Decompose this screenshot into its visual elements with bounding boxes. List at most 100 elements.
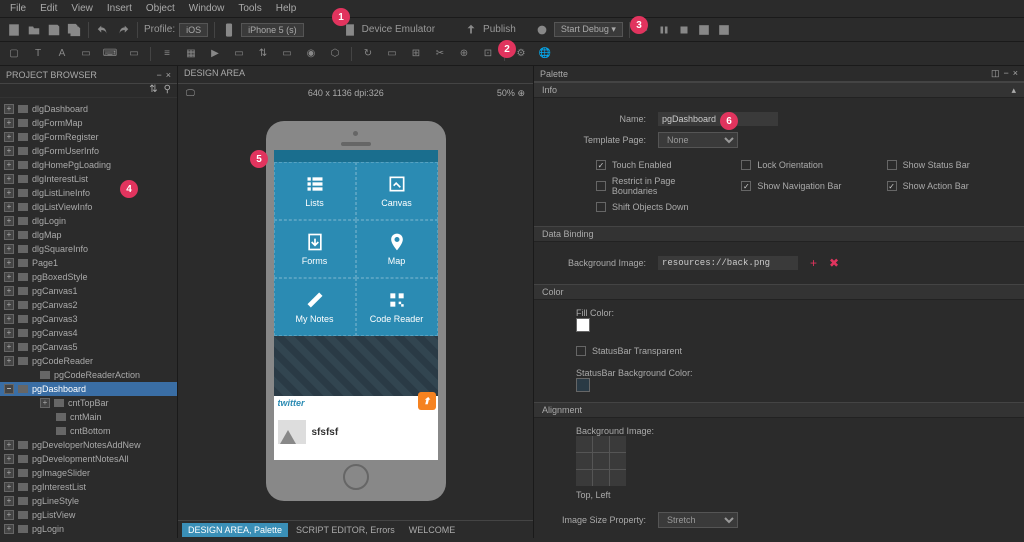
expander-icon[interactable]: +	[4, 244, 14, 254]
expander-icon[interactable]: +	[4, 342, 14, 352]
video-icon[interactable]: ▶	[207, 46, 223, 62]
expander-icon[interactable]: +	[4, 258, 14, 268]
saveall-icon[interactable]	[66, 22, 82, 38]
step-out-icon[interactable]	[676, 22, 692, 38]
expander-icon[interactable]: +	[4, 286, 14, 296]
step-in-icon[interactable]	[656, 22, 672, 38]
touch-checkbox[interactable]: ✓	[596, 160, 606, 170]
tree-item-pgDeveloperNotesAddNew[interactable]: +pgDeveloperNotesAddNew	[0, 438, 177, 452]
tree-item-pgDashboard[interactable]: −pgDashboard	[0, 382, 177, 396]
debug-dropdown[interactable]: Start Debug ▾	[554, 22, 623, 37]
redo-icon[interactable]	[115, 22, 131, 38]
dash-reader[interactable]: Code Reader	[356, 278, 438, 336]
input-icon[interactable]: ⌨	[102, 46, 118, 62]
expander-icon[interactable]: −	[4, 384, 14, 394]
button-icon[interactable]: ▭	[126, 46, 142, 62]
emulator-button[interactable]: Device Emulator	[362, 24, 435, 35]
menu-window[interactable]: Window	[183, 1, 231, 16]
text-icon[interactable]: T	[30, 46, 46, 62]
remove-bg-icon[interactable]: ✖	[829, 256, 839, 270]
tree-item-cntTopBar[interactable]: +cntTopBar	[0, 396, 177, 410]
undo-icon[interactable]	[95, 22, 111, 38]
color-section[interactable]: Color	[534, 284, 1024, 300]
device-screen[interactable]: Lists Canvas Forms Map My Notes Code Rea…	[274, 150, 438, 460]
dash-lists[interactable]: Lists	[274, 162, 356, 220]
alignment-section[interactable]: Alignment	[534, 402, 1024, 418]
expander-icon[interactable]: +	[4, 174, 14, 184]
image-icon[interactable]: ▭	[78, 46, 94, 62]
tree-item-pgLineStyle[interactable]: +pgLineStyle	[0, 494, 177, 508]
tree-item-pgBoxedStyle[interactable]: +pgBoxedStyle	[0, 270, 177, 284]
profile-dropdown[interactable]: iOS	[179, 23, 208, 37]
tree-item-dlgHomePgLoading[interactable]: +dlgHomePgLoading	[0, 158, 177, 172]
new-icon[interactable]	[6, 22, 22, 38]
monitor-icon[interactable]: 🖵	[186, 88, 195, 99]
dash-notes[interactable]: My Notes	[274, 278, 356, 336]
statusbar-checkbox[interactable]	[887, 160, 897, 170]
zoom-icon[interactable]: ⊕	[456, 46, 472, 62]
distribute-icon[interactable]: ⊞	[408, 46, 424, 62]
tree-item-pgLogin[interactable]: +pgLogin	[0, 522, 177, 536]
tab-icon[interactable]: ▭	[279, 46, 295, 62]
globe-icon[interactable]: 🌐	[537, 46, 553, 62]
restrict-checkbox[interactable]	[596, 181, 606, 191]
dash-map[interactable]: Map	[356, 220, 438, 278]
expander-icon[interactable]: +	[4, 104, 14, 114]
scroll-up-button[interactable]: ⬆	[418, 392, 436, 410]
expander-icon[interactable]: +	[4, 132, 14, 142]
tree-item-pgCanvas3[interactable]: +pgCanvas3	[0, 312, 177, 326]
debug-tool2-icon[interactable]	[716, 22, 732, 38]
menu-tools[interactable]: Tools	[232, 1, 267, 16]
expander-icon[interactable]: +	[4, 202, 14, 212]
tree-item-dlgDashboard[interactable]: +dlgDashboard	[0, 102, 177, 116]
design-canvas[interactable]: Lists Canvas Forms Map My Notes Code Rea…	[178, 102, 533, 520]
sort-icon[interactable]: ⇅	[149, 84, 157, 97]
tree-item-pgDevelopmentNotesAll[interactable]: +pgDevelopmentNotesAll	[0, 452, 177, 466]
cursor-icon[interactable]: ▢	[6, 46, 22, 62]
tree-item-pgImageSlider[interactable]: +pgImageSlider	[0, 466, 177, 480]
tree-item-dlgInterestList[interactable]: +dlgInterestList	[0, 172, 177, 186]
tree-item-pgCanvas4[interactable]: +pgCanvas4	[0, 326, 177, 340]
menu-object[interactable]: Object	[140, 1, 181, 16]
expander-icon[interactable]: +	[4, 496, 14, 506]
tree-item-pgCanvas2[interactable]: +pgCanvas2	[0, 298, 177, 312]
tree-item-pgCodeReaderAction[interactable]: pgCodeReaderAction	[0, 368, 177, 382]
expander-icon[interactable]: +	[4, 146, 14, 156]
alignment-grid[interactable]	[576, 436, 626, 486]
open-icon[interactable]	[26, 22, 42, 38]
expander-icon[interactable]: +	[4, 356, 14, 366]
tree-item-dlgSquareInfo[interactable]: +dlgSquareInfo	[0, 242, 177, 256]
tree-item-dlgMap[interactable]: +dlgMap	[0, 228, 177, 242]
expander-icon[interactable]: +	[4, 482, 14, 492]
crop-icon[interactable]: ✂	[432, 46, 448, 62]
map-tool-icon[interactable]: ◉	[303, 46, 319, 62]
tree-item-pgCanvas1[interactable]: +pgCanvas1	[0, 284, 177, 298]
tree-item-cntBottom[interactable]: cntBottom	[0, 424, 177, 438]
close-icon[interactable]: ×	[166, 70, 171, 80]
tree-item-dlgLogin[interactable]: +dlgLogin	[0, 214, 177, 228]
collapse-icon[interactable]: ▴	[1011, 85, 1016, 96]
expander-icon[interactable]: +	[4, 468, 14, 478]
tree-item-Page1[interactable]: +Page1	[0, 256, 177, 270]
shift-checkbox[interactable]	[596, 202, 606, 212]
tree-item-pgListView[interactable]: +pgListView	[0, 508, 177, 522]
fillcolor-swatch[interactable]	[576, 318, 590, 332]
name-input[interactable]	[658, 112, 778, 126]
bgimage-input[interactable]	[658, 256, 798, 270]
menu-help[interactable]: Help	[270, 1, 303, 16]
expander-icon[interactable]: +	[4, 216, 14, 226]
expander-icon[interactable]: +	[4, 314, 14, 324]
navbar-checkbox[interactable]: ✓	[741, 181, 751, 191]
dash-forms[interactable]: Forms	[274, 220, 356, 278]
sbcolor-swatch[interactable]	[576, 378, 590, 392]
tree-item-pgCodeReader[interactable]: +pgCodeReader	[0, 354, 177, 368]
list-icon[interactable]: ≡	[159, 46, 175, 62]
web-icon[interactable]: ⬡	[327, 46, 343, 62]
tab-script[interactable]: SCRIPT EDITOR, Errors	[290, 523, 401, 537]
expander-icon[interactable]: +	[4, 328, 14, 338]
expander-icon[interactable]: +	[4, 160, 14, 170]
add-bg-icon[interactable]: +	[810, 256, 817, 270]
grid-icon[interactable]: ▦	[183, 46, 199, 62]
tree-item-dlgFormMap[interactable]: +dlgFormMap	[0, 116, 177, 130]
minimize-icon[interactable]: −	[156, 70, 161, 80]
